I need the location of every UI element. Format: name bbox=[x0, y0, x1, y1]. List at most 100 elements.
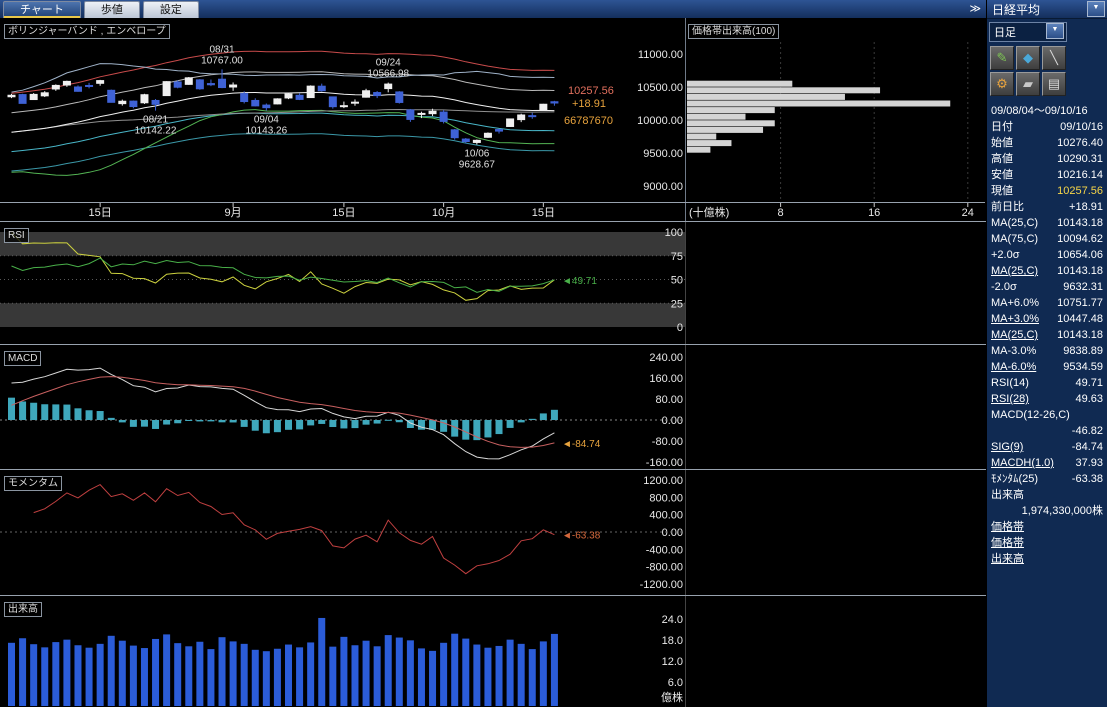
row-label[interactable]: SIG(9) bbox=[991, 439, 1023, 455]
eraser-icon[interactable]: ▰ bbox=[1016, 72, 1040, 96]
svg-text:9628.67: 9628.67 bbox=[459, 160, 496, 171]
sidebar-row: -46.82 bbox=[987, 423, 1107, 439]
pencil-icon[interactable]: ✎ bbox=[990, 46, 1014, 70]
main-chart-panel[interactable]: ボリンジャーバンド , エンベロープ 価格帯出来高(100) 11000.001… bbox=[0, 18, 986, 222]
sidebar-row[interactable]: MA+3.0% 10447.48 bbox=[987, 311, 1107, 327]
sidebar-row[interactable]: 価格帯 bbox=[987, 519, 1107, 535]
row-label[interactable]: RSI(28) bbox=[991, 391, 1029, 407]
row-label: MA+6.0% bbox=[991, 295, 1039, 311]
volume-label: 出来高 bbox=[4, 602, 42, 617]
fast-forward-icon[interactable]: ≫ bbox=[969, 2, 981, 15]
macd-panel[interactable]: MACD 240.00160.0080.000.00-80.00-160.00◄… bbox=[0, 345, 986, 470]
sidebar-row: 前日比 +18.91 bbox=[987, 199, 1107, 215]
volume-chart[interactable]: 24.018.012.06.0億株 bbox=[0, 596, 986, 707]
bollinger-envelope-label: ボリンジャーバンド , エンベロープ bbox=[4, 24, 170, 39]
svg-text:10142.22: 10142.22 bbox=[135, 126, 177, 137]
row-value: +18.91 bbox=[1069, 199, 1103, 215]
sidebar-row[interactable]: RSI(28)49.63 bbox=[987, 391, 1107, 407]
row-label[interactable]: MACDH(1.0) bbox=[991, 455, 1054, 471]
sidebar-row[interactable]: 出来高 bbox=[987, 551, 1107, 567]
row-label: MA-3.0% bbox=[991, 343, 1036, 359]
sidebar-row[interactable]: SIG(9)-84.74 bbox=[987, 439, 1107, 455]
row-label: 始値 bbox=[991, 135, 1013, 151]
row-label[interactable]: 価格帯 bbox=[991, 535, 1024, 551]
svg-text:11000.00: 11000.00 bbox=[638, 49, 683, 61]
row-label[interactable]: 価格帯 bbox=[991, 519, 1024, 535]
printer-icon[interactable]: ▤ bbox=[1042, 72, 1066, 96]
sidebar-row: MACD(12-26,C) bbox=[987, 407, 1107, 423]
candlestick-chart[interactable]: 11000.0010500.0010000.009500.009000.0081… bbox=[0, 18, 986, 221]
sidebar-row: ﾓﾒﾝﾀﾑ(25)-63.38 bbox=[987, 471, 1107, 487]
svg-text:400.00: 400.00 bbox=[649, 510, 683, 522]
symbol-selector[interactable]: 日経平均 ▼ bbox=[987, 0, 1107, 19]
chevron-down-icon[interactable]: ▼ bbox=[1087, 1, 1105, 17]
svg-text:08/21: 08/21 bbox=[143, 115, 168, 126]
svg-text:09/04: 09/04 bbox=[254, 115, 279, 126]
sidebar-row[interactable]: MA-6.0%9534.59 bbox=[987, 359, 1107, 375]
svg-text:10/06: 10/06 bbox=[464, 149, 489, 160]
macd-chart[interactable]: 240.00160.0080.000.00-80.00-160.00◄-84.7… bbox=[0, 345, 986, 469]
sidebar-row: 出来高 bbox=[987, 487, 1107, 503]
svg-text:+18.91: +18.91 bbox=[572, 98, 606, 110]
svg-text:100: 100 bbox=[665, 227, 683, 239]
timeframe-selector[interactable]: 日足 ▼ bbox=[989, 22, 1067, 42]
svg-text:18.0: 18.0 bbox=[662, 635, 683, 647]
svg-text:0: 0 bbox=[677, 322, 683, 334]
row-label: 日付 bbox=[991, 119, 1013, 135]
momentum-chart[interactable]: 1200.00800.00400.000.00-400.00-800.00-12… bbox=[0, 470, 986, 595]
sidebar-row: MA-3.0%9838.89 bbox=[987, 343, 1107, 359]
svg-text:10500.00: 10500.00 bbox=[637, 82, 683, 94]
chevron-down-icon[interactable]: ▼ bbox=[1046, 23, 1064, 39]
rsi-panel[interactable]: RSI 1007550250◄49.71 bbox=[0, 222, 986, 345]
row-label: RSI(14) bbox=[991, 375, 1029, 391]
svg-text:160.00: 160.00 bbox=[649, 373, 683, 385]
tab-settings[interactable]: 設定 bbox=[143, 1, 199, 18]
svg-text:50: 50 bbox=[671, 275, 683, 287]
row-value: 10447.48 bbox=[1057, 311, 1103, 327]
svg-text:66787670: 66787670 bbox=[564, 115, 613, 127]
svg-text:24.0: 24.0 bbox=[662, 614, 683, 626]
row-label: 前日比 bbox=[991, 199, 1024, 215]
sidebar-row: +2.0σ10654.06 bbox=[987, 247, 1107, 263]
row-value: 10216.14 bbox=[1057, 167, 1103, 183]
sidebar-row[interactable]: 価格帯 bbox=[987, 535, 1107, 551]
sidebar-row[interactable]: MA(25,C)10143.18 bbox=[987, 263, 1107, 279]
rsi-chart[interactable]: 1007550250◄49.71 bbox=[0, 222, 986, 344]
row-value: 49.71 bbox=[1075, 375, 1103, 391]
sidebar-row: 現値10257.56 bbox=[987, 183, 1107, 199]
tab-chart[interactable]: チャート bbox=[3, 1, 81, 18]
svg-text:8: 8 bbox=[778, 207, 784, 219]
row-label[interactable]: MA(25,C) bbox=[991, 263, 1038, 279]
row-value: -63.38 bbox=[1072, 471, 1103, 487]
row-label: MACD(12-26,C) bbox=[991, 407, 1070, 423]
row-label[interactable]: MA+3.0% bbox=[991, 311, 1039, 327]
gear-icon[interactable]: ⚙ bbox=[990, 72, 1014, 96]
row-value: 10290.31 bbox=[1057, 151, 1103, 167]
svg-text:10月: 10月 bbox=[432, 207, 455, 219]
tab-quotes[interactable]: 歩値 bbox=[84, 1, 140, 18]
row-label[interactable]: 出来高 bbox=[991, 551, 1024, 567]
sidebar-row: 1,974,330,000株 bbox=[987, 503, 1107, 519]
svg-text:0.00: 0.00 bbox=[662, 415, 683, 427]
sidebar-row: MA+6.0%10751.77 bbox=[987, 295, 1107, 311]
svg-text:12.0: 12.0 bbox=[662, 656, 683, 668]
row-label[interactable]: MA(25,C) bbox=[991, 327, 1038, 343]
svg-text:9500.00: 9500.00 bbox=[643, 148, 683, 160]
row-value: -46.82 bbox=[1072, 423, 1103, 439]
row-label: 出来高 bbox=[991, 487, 1024, 503]
svg-text:-160.00: -160.00 bbox=[646, 457, 683, 469]
momentum-label: モメンタム bbox=[4, 476, 62, 491]
tabbar: チャート歩値設定 ≫ bbox=[0, 0, 986, 18]
sidebar-row[interactable]: MA(25,C)10143.18 bbox=[987, 327, 1107, 343]
momentum-panel[interactable]: モメンタム 1200.00800.00400.000.00-400.00-800… bbox=[0, 470, 986, 596]
sidebar-row[interactable]: MACDH(1.0)37.93 bbox=[987, 455, 1107, 471]
row-label[interactable]: MA-6.0% bbox=[991, 359, 1036, 375]
row-label: MA(75,C) bbox=[991, 231, 1038, 247]
marker-icon[interactable]: ◆ bbox=[1016, 46, 1040, 70]
svg-text:15日: 15日 bbox=[332, 207, 355, 219]
volume-panel[interactable]: 出来高 24.018.012.06.0億株 bbox=[0, 596, 986, 707]
symbol-label: 日経平均 bbox=[987, 1, 1087, 18]
svg-text:08/31: 08/31 bbox=[210, 44, 235, 55]
rsi-label: RSI bbox=[4, 228, 29, 243]
trendline-icon[interactable]: ╲ bbox=[1042, 46, 1066, 70]
